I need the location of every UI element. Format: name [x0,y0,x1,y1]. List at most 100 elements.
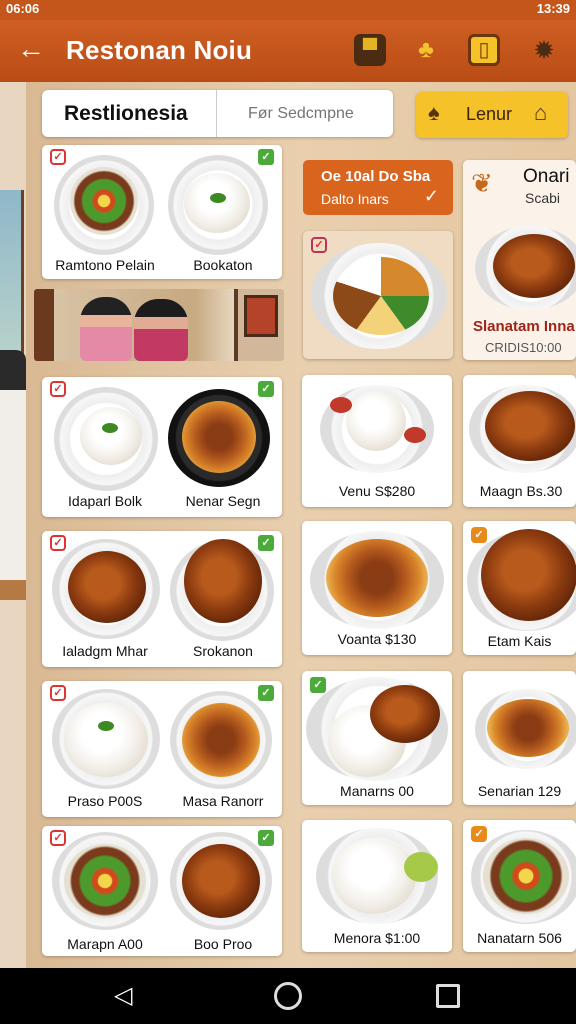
dish-price: Nanatarn 506 [477,930,562,946]
basket-icon[interactable]: ▀ [354,34,386,66]
diner-image [0,350,26,580]
dish-price: Maagn Bs.30 [479,483,563,499]
featured-name: Slanatam Inna [473,318,575,335]
menu-card[interactable]: Maagn Bs.30 [463,375,576,507]
dish-name: Marapn A00 [67,936,143,952]
food-image [70,167,138,235]
featured-title: Onari [523,166,570,187]
menu-card[interactable]: ✓ Nanatarn 506 [463,820,576,952]
menu-card[interactable]: Venu S$280 [302,375,452,507]
featured-price: CRIDIS10:00 [485,340,562,355]
diners-photo [34,289,284,361]
window-image [0,190,24,360]
featured-right-card[interactable]: ❦ Onari Scabi Slanatam Inna CRIDIS10:00 [463,160,576,360]
check-icon: ✓ [471,826,487,842]
sauce-bowl-image [330,397,352,413]
menu-card[interactable]: Voanta $130 [302,521,452,655]
menu-card[interactable]: Senarian 129 [463,671,576,805]
menu-card[interactable]: ✓ Etam Kais [463,521,576,655]
menu-card[interactable]: ✓ ✓ Ialadgm Mhar Srokanon [42,531,282,667]
food-image [182,703,260,777]
tree-icon: ♠ [428,100,440,125]
wall-poster-image [244,295,278,337]
filter-button[interactable]: ♠ Lenur ⌂ [416,92,568,138]
check-icon: ✓ [310,677,326,693]
back-triangle-icon[interactable]: ◁ [114,982,142,1010]
dish-price: Voanta $130 [337,631,417,647]
food-image [487,699,569,757]
food-image [184,173,250,233]
food-image [64,844,146,918]
person-image [80,297,132,361]
page-title: Restonan Noiu [66,35,253,65]
dish-name: Praso P00S [67,793,143,809]
search-input[interactable] [218,90,393,137]
featured-dish-card[interactable]: ✓ [303,231,453,359]
ginger-icon[interactable]: ♣ [410,34,442,66]
check-icon: ✓ [258,149,274,165]
recents-square-icon[interactable] [436,984,460,1008]
dish-name: Nenar Segn [185,493,261,509]
featured-subtitle: Scabi [525,190,561,206]
menu-card[interactable]: ✓ Manarns 00 [302,671,452,805]
menu-card[interactable]: ✓ ✓ Praso P00S Masa Ranorr [42,681,282,817]
leaf-icon: ❦ [471,168,493,198]
check-icon: ✓ [471,527,487,543]
menu-card[interactable]: ✓ ✓ Marapn A00 Boo Proo [42,826,282,956]
promo-banner[interactable]: Oe 10al Do Sba Dalto Inars ✓ [303,160,453,215]
veg-icon: ✓ [50,381,66,397]
promo-line-1: Oe 10al Do Sba [321,168,431,185]
food-image [493,234,575,298]
check-icon: ✓ [258,685,274,701]
menu-card[interactable]: Menora $1:00 [302,820,452,952]
food-image [346,391,406,451]
table-image [0,580,26,600]
dish-name: Ialadgm Mhar [62,643,148,659]
food-image [182,401,256,473]
veg-icon: ✓ [311,237,327,253]
dish-name: Ramtono Pelain [55,257,155,273]
menu-card[interactable]: ✓ ✓ Idaparl Bolk Nenar Segn [42,377,282,517]
food-image [326,539,428,617]
garnish-image [102,423,118,433]
menu-card[interactable]: ✓ ✓ Ramtono Pelain Bookaton [42,145,282,279]
door-icon: ⌂ [534,100,548,125]
dish-name: Boo Proo [193,936,253,952]
status-time-right: 13:39 [536,1,570,16]
dish-name: Srokanon [193,643,253,659]
system-nav-bar: ◁ [0,968,576,1024]
dish-price: Venu S$280 [338,483,416,499]
food-image [68,551,146,623]
home-circle-icon[interactable] [274,982,302,1010]
food-image [184,539,262,623]
check-icon: ✓ [423,186,439,206]
food-image [370,685,440,743]
dish-price: Manarns 00 [340,783,414,799]
garnish-image [210,193,226,203]
calendar-icon[interactable]: ▯ [468,34,500,66]
promo-line-2: Dalto Inars [321,191,389,207]
search-bar: Restlionesia [42,90,393,137]
food-image [485,391,575,461]
dish-name: Idaparl Bolk [68,493,142,509]
dish-price: Senarian 129 [477,783,562,799]
veg-icon: ✓ [50,685,66,701]
status-bar: 06:06 13:39 [0,0,576,20]
sauce-bowl-image [404,427,426,443]
dish-name: Bookaton [193,257,253,273]
food-image [481,529,576,621]
lime-image [404,852,438,882]
arrow-left-icon[interactable]: ← [14,33,48,67]
filter-button-label: Lenur [466,104,513,124]
veg-icon: ✓ [50,149,66,165]
food-image [182,844,260,918]
dish-price: Menora $1:00 [333,930,421,946]
person-image [134,299,188,361]
food-image [64,703,148,777]
dish-price: Etam Kais [487,633,552,649]
dish-name: Masa Ranorr [182,793,264,809]
status-time-left: 06:06 [6,1,40,16]
search-category-label[interactable]: Restlionesia [42,90,217,137]
gear-icon[interactable]: ✹ [528,34,560,66]
garnish-image [98,721,114,731]
